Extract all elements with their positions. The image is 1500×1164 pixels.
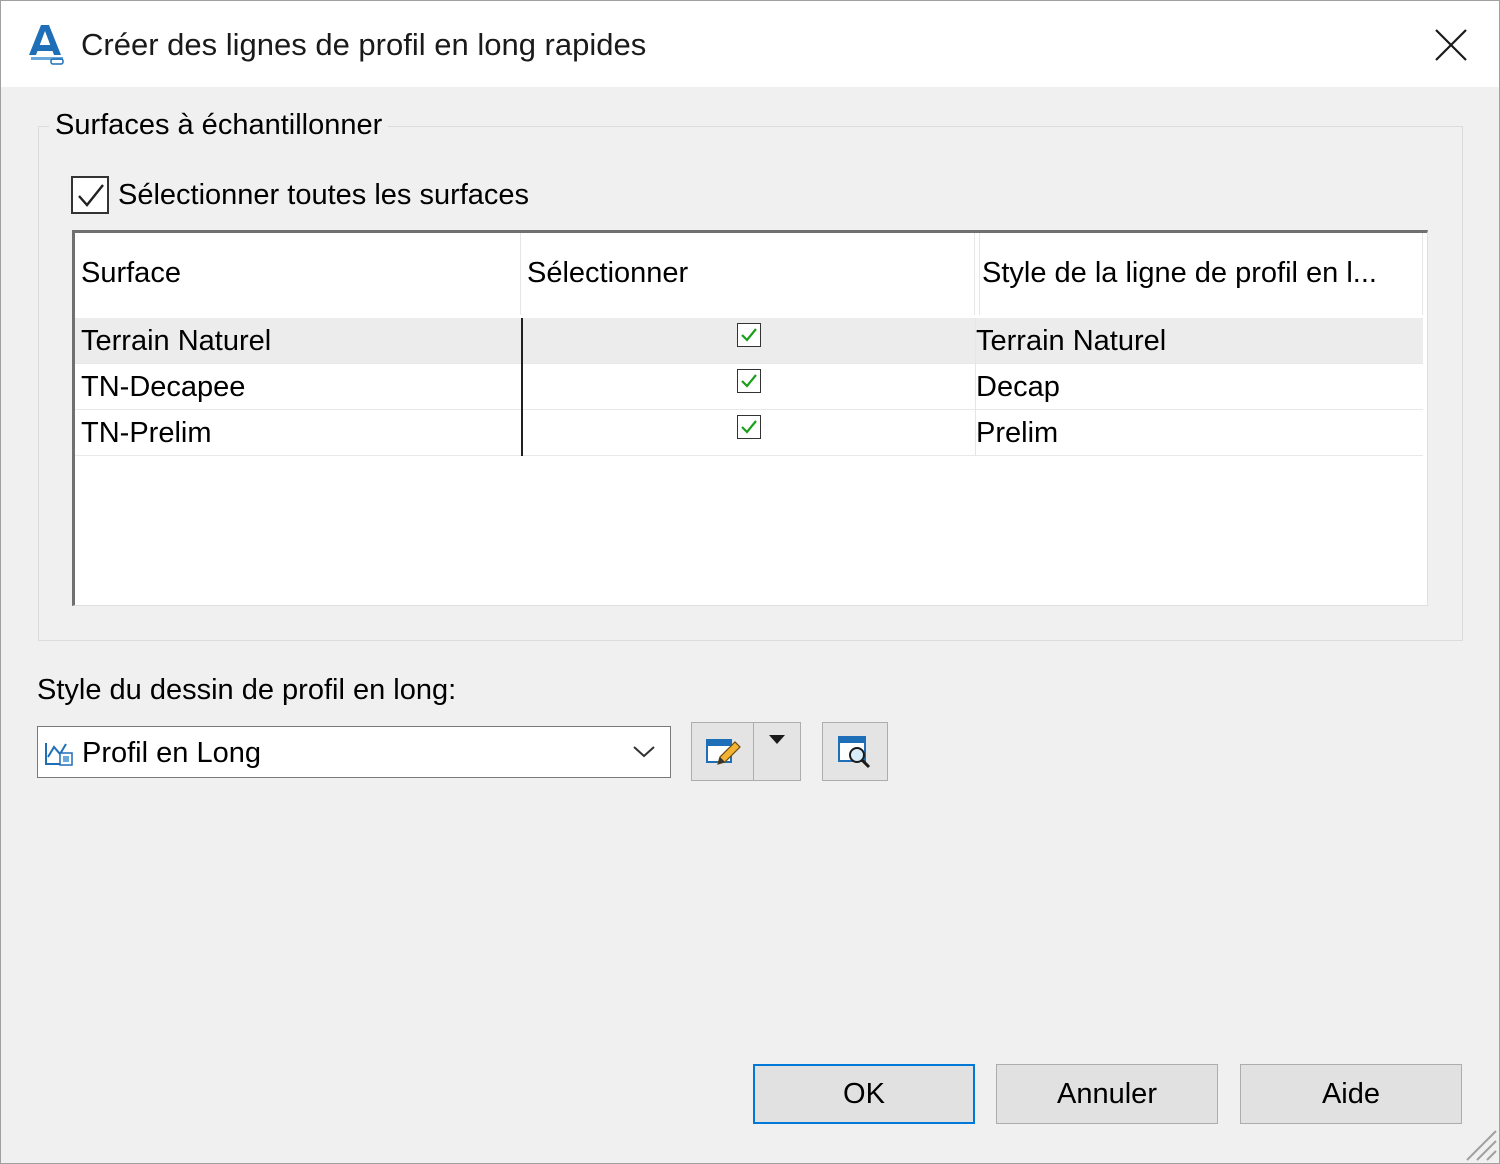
row-select-checkbox[interactable] [737, 369, 761, 393]
style-options-dropdown[interactable] [754, 723, 800, 780]
edit-style-icon [706, 739, 741, 765]
column-header-surface[interactable]: Surface [81, 233, 521, 315]
autocad-civil-icon [25, 21, 69, 67]
column-header-style[interactable]: Style de la ligne de profil en l... [979, 233, 1423, 315]
ok-button[interactable]: OK [753, 1064, 975, 1124]
preview-style-button[interactable] [822, 722, 888, 781]
surfaces-grid[interactable]: Surface Sélectionner Style de la ligne d… [72, 230, 1428, 606]
checkmark-icon [741, 328, 757, 342]
cell-surface-name: TN-Decapee [81, 371, 246, 403]
cell-style[interactable]: Decap [975, 364, 1423, 410]
close-icon [1435, 29, 1467, 61]
profile-view-style-value: Profil en Long [82, 737, 261, 769]
dialog-title: Créer des lignes de profil en long rapid… [81, 27, 647, 62]
cell-surface-name: TN-Prelim [81, 417, 212, 449]
cancel-button[interactable]: Annuler [996, 1064, 1218, 1124]
help-button[interactable]: Aide [1240, 1064, 1462, 1124]
profile-view-style-icon [42, 735, 76, 774]
cell-style[interactable]: Prelim [975, 410, 1423, 456]
cell-surface-name: Terrain Naturel [81, 325, 272, 357]
grid-header: Surface Sélectionner Style de la ligne d… [75, 233, 1427, 315]
table-row[interactable]: TN-Prelim Prelim [75, 410, 1423, 456]
table-row[interactable]: TN-Decapee Decap [75, 364, 1423, 410]
checkmark-icon [78, 184, 104, 207]
cell-select [521, 318, 971, 364]
cell-select [521, 364, 971, 410]
select-all-checkbox-box[interactable] [71, 176, 109, 214]
column-header-select[interactable]: Sélectionner [527, 233, 975, 315]
cell-style[interactable]: Terrain Naturel [975, 318, 1423, 364]
chevron-down-icon[interactable] [632, 745, 656, 764]
title-bar: Créer des lignes de profil en long rapid… [1, 1, 1499, 87]
dialog-window: Créer des lignes de profil en long rapid… [0, 0, 1500, 1164]
table-row[interactable]: Terrain Naturel Terrain Naturel [75, 318, 1423, 364]
checkmark-icon [741, 420, 757, 434]
close-button[interactable] [1417, 15, 1483, 73]
checkmark-icon [741, 374, 757, 388]
row-select-checkbox[interactable] [737, 323, 761, 347]
cell-select [521, 410, 971, 456]
surfaces-group-title: Surfaces à échantillonner [49, 109, 389, 142]
preview-icon [838, 736, 871, 769]
resize-grip-icon[interactable] [1463, 1127, 1497, 1161]
profile-view-style-combobox[interactable]: Profil en Long [37, 726, 671, 778]
edit-style-button[interactable] [692, 723, 754, 780]
profile-view-style-label: Style du dessin de profil en long: [37, 674, 457, 706]
row-select-checkbox[interactable] [737, 415, 761, 439]
caret-down-icon [769, 735, 785, 744]
select-all-label: Sélectionner toutes les surfaces [118, 178, 530, 211]
style-split-button [691, 722, 801, 781]
select-all-surfaces-checkbox[interactable]: Sélectionner toutes les surfaces [71, 175, 529, 215]
